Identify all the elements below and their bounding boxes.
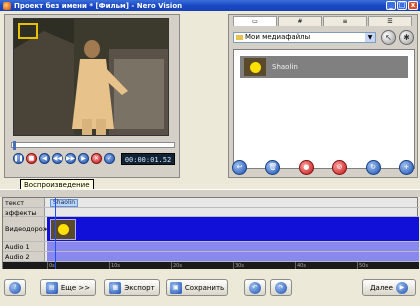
timeline: текст Shaolin эффекты Видеодорожка Audio… (2, 197, 419, 270)
undo-button[interactable]: ↶ (244, 279, 266, 296)
audio1-track-content[interactable] (47, 242, 419, 251)
audio2-track-label: Audio 2 (3, 252, 45, 261)
video-frame-image (14, 19, 168, 135)
back-button[interactable]: ↖ (381, 30, 396, 45)
media-panel: ▭ # ≡ ☰ Мои медиафайлы ▼ ↖ ✱ Shaolin (228, 14, 418, 178)
timeline-toolbar (0, 189, 420, 197)
tab-media[interactable]: ▭ (233, 16, 277, 26)
media-item-label: Shaolin (272, 63, 298, 71)
video-preview (13, 18, 169, 136)
redo-icon: ↷ (275, 281, 287, 294)
audio2-track: Audio 2 (3, 252, 419, 262)
remove-button[interactable]: ⊘ (332, 160, 348, 175)
next-button[interactable]: Далее ▶ (362, 279, 416, 296)
title-bar: Проект без имени * [Фильм] - Nero Vision… (0, 0, 420, 11)
video-track: Видеодорожка (3, 217, 419, 242)
media-item-shaolin[interactable]: Shaolin (240, 56, 408, 78)
delete-button[interactable]: 🗑 (265, 160, 281, 175)
app-icon (3, 1, 11, 10)
cancel-button[interactable]: ✕ (91, 153, 102, 164)
tab-effects[interactable]: ≡ (323, 16, 367, 26)
tab-menu[interactable]: ☰ (368, 16, 412, 26)
undo-icon: ↶ (249, 281, 261, 294)
media-actions: ↩ 🗑 ● ⊘ ↻ + (228, 160, 418, 175)
capture-button[interactable]: ↻ (365, 160, 381, 175)
media-thumbnail (244, 58, 266, 76)
clip-thumbnail-icon (57, 224, 69, 235)
playback-controls: ❚❚ ■ ◀ ◀◀ ▶▶ ▶ ✕ ✓ (13, 153, 115, 164)
timecode-display: 00:00:01.52 (121, 153, 175, 165)
record-button[interactable]: ● (298, 160, 314, 175)
media-folder-select[interactable]: Мои медиафайлы ▼ (233, 32, 376, 43)
help-button[interactable]: ? (4, 279, 26, 296)
fast-forward-button[interactable]: ▶▶ (65, 153, 76, 164)
preview-scrubber[interactable] (11, 141, 175, 150)
effects-track-label: эффекты (3, 208, 45, 217)
arrow-right-icon: ▶ (395, 281, 408, 294)
next-label: Далее (370, 283, 393, 292)
folder-icon (236, 35, 243, 40)
add-button[interactable]: + (398, 160, 414, 175)
text-track-content[interactable]: Shaolin (47, 198, 419, 207)
settings-button[interactable]: ✱ (399, 30, 414, 45)
tab-transitions[interactable]: # (278, 16, 322, 26)
audio2-track-content[interactable] (47, 252, 419, 261)
save-icon: ▣ (169, 281, 182, 294)
import-button[interactable]: ↩ (232, 160, 247, 175)
close-button[interactable]: x (408, 1, 418, 10)
stop-button[interactable]: ■ (26, 153, 37, 164)
effects-track-content[interactable] (47, 208, 419, 216)
save-label: Сохранить (184, 283, 225, 292)
rewind-button[interactable]: ◀◀ (52, 153, 63, 164)
window-title: Проект без имени * [Фильм] - Nero Vision (14, 1, 183, 10)
audio1-track: Audio 1 (3, 242, 419, 252)
audio1-track-label: Audio 1 (3, 242, 45, 251)
preview-panel: ❚❚ ■ ◀ ◀◀ ▶▶ ▶ ✕ ✓ 00:00:01.52 (4, 14, 180, 178)
chevron-down-icon: ▼ (365, 33, 375, 42)
more-label: Еще >> (60, 283, 91, 292)
playhead[interactable] (55, 198, 56, 270)
export-label: Экспорт (124, 283, 155, 292)
bottom-bar: ? ▤ Еще >> ▦ Экспорт ▣ Сохранить ↶ ↷ Дал… (0, 269, 420, 306)
confirm-button[interactable]: ✓ (104, 153, 115, 164)
maximize-button[interactable]: □ (397, 1, 407, 10)
video-track-content[interactable] (47, 217, 419, 241)
redo-button[interactable]: ↷ (270, 279, 292, 296)
help-icon: ? (9, 281, 21, 294)
more-button[interactable]: ▤ Еще >> (40, 279, 96, 296)
minimize-button[interactable]: _ (386, 1, 396, 10)
export-button[interactable]: ▦ Экспорт (104, 279, 160, 296)
more-icon: ▤ (45, 281, 58, 294)
text-track: текст Shaolin (3, 198, 419, 208)
window-controls: _ □ x (386, 1, 418, 10)
play-pause-button[interactable]: ❚❚ (13, 153, 24, 164)
media-list: Shaolin (233, 49, 415, 169)
text-track-label: текст (3, 198, 45, 207)
effects-track: эффекты (3, 208, 419, 217)
video-clip[interactable] (50, 219, 76, 240)
media-tabs: ▭ # ≡ ☰ (233, 16, 412, 26)
save-button[interactable]: ▣ Сохранить (166, 279, 228, 296)
media-folder-label: Мои медиафайлы (245, 33, 311, 41)
previous-frame-button[interactable]: ◀ (39, 153, 50, 164)
export-icon: ▦ (109, 281, 122, 294)
scrubber-thumb[interactable] (13, 141, 16, 150)
video-track-label: Видеодорожка (3, 217, 57, 241)
next-frame-button[interactable]: ▶ (78, 153, 89, 164)
thumbnail-circle-icon (249, 61, 261, 73)
